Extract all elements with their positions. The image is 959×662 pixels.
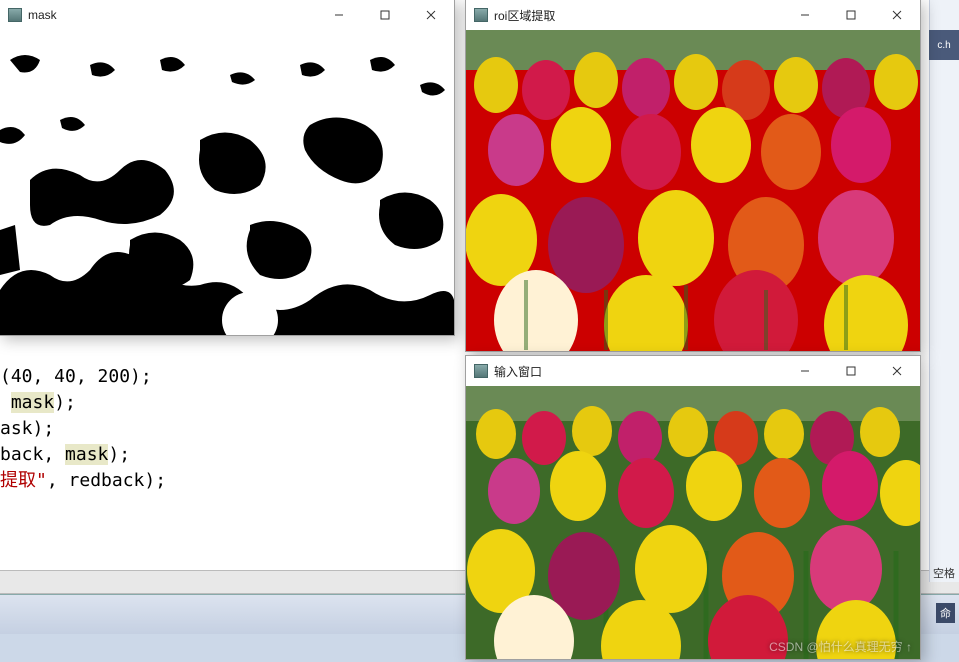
titlebar-roi[interactable]: roi区域提取 xyxy=(466,0,920,30)
minimize-button[interactable] xyxy=(782,0,828,30)
window-mask[interactable]: mask xyxy=(0,0,455,336)
code-line-2: mask); xyxy=(0,392,76,413)
titlebar-input[interactable]: 输入窗口 xyxy=(466,356,920,386)
code-line-4: back, mask); xyxy=(0,444,130,465)
app-icon xyxy=(8,8,22,22)
ide-right-tab[interactable]: c.h xyxy=(929,30,959,60)
window-title: mask xyxy=(28,8,57,22)
minimize-button[interactable] xyxy=(782,356,828,386)
ide-right-panel xyxy=(929,0,959,582)
window-title: 输入窗口 xyxy=(494,363,542,380)
window-roi[interactable]: roi区域提取 xyxy=(465,0,921,352)
ide-side-label-2[interactable]: 命 xyxy=(936,603,955,623)
mask-image-content xyxy=(0,30,454,335)
app-icon xyxy=(474,364,488,378)
ide-side-label-1: 空格 xyxy=(933,565,955,581)
editor-code-area[interactable]: (40, 40, 200); mask); ask); back, mask);… xyxy=(0,338,166,520)
close-button[interactable] xyxy=(874,0,920,30)
close-button[interactable] xyxy=(874,356,920,386)
maximize-button[interactable] xyxy=(828,0,874,30)
input-image-content: CSDN @怕什么真理无穷 ↑ xyxy=(466,386,920,659)
minimize-button[interactable] xyxy=(316,0,362,30)
window-title: roi区域提取 xyxy=(494,7,555,24)
maximize-button[interactable] xyxy=(362,0,408,30)
window-input[interactable]: 输入窗口 xyxy=(465,355,921,660)
roi-image-content xyxy=(466,30,920,351)
code-line-1: (40, 40, 200); xyxy=(0,366,152,387)
titlebar-mask[interactable]: mask xyxy=(0,0,454,30)
app-icon xyxy=(474,8,488,22)
code-line-3: ask); xyxy=(0,418,54,439)
close-button[interactable] xyxy=(408,0,454,30)
code-line-5: 提取", redback); xyxy=(0,470,166,491)
maximize-button[interactable] xyxy=(828,356,874,386)
